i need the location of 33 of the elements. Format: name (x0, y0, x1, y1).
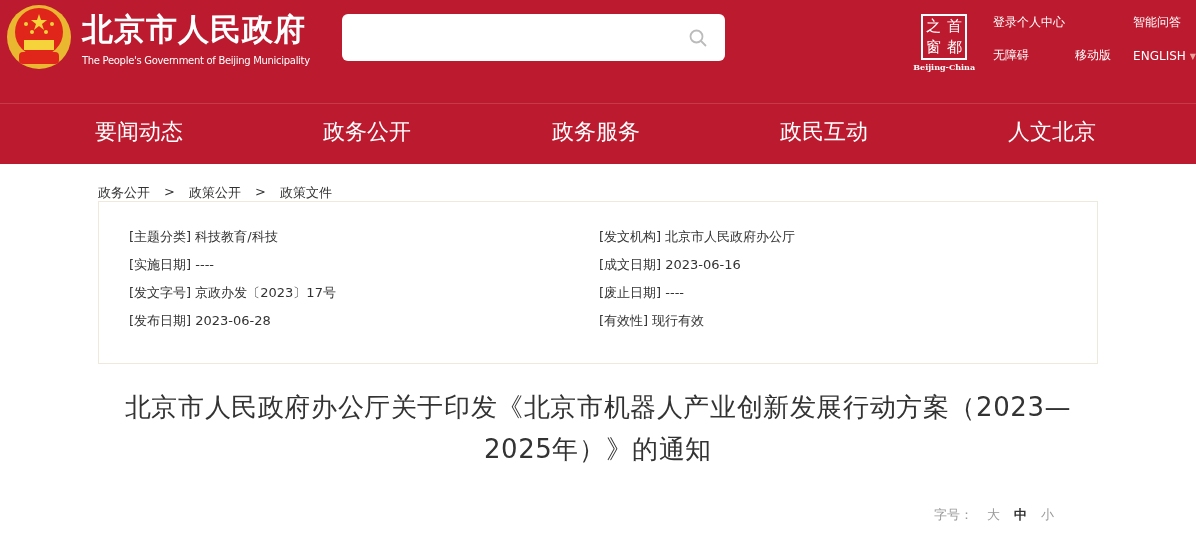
nav-item[interactable]: 要闻动态 (95, 117, 183, 151)
language-link[interactable]: ENGLISH ▼ (1133, 49, 1196, 63)
header-link[interactable]: 登录个人中心 (993, 14, 1066, 31)
site-title: 北京市人民政府 (82, 9, 307, 49)
metadata-item: [成文日期] 2023-06-16 (599, 256, 741, 274)
nav-item[interactable]: 人文北京 (1008, 117, 1096, 151)
breadcrumb-separator: > (254, 184, 266, 201)
search-icon[interactable] (689, 28, 708, 47)
nav-item[interactable]: 政民互动 (779, 117, 868, 151)
metadata-item: [主题分类] 科技教育/科技 (129, 228, 278, 246)
search-field[interactable] (341, 14, 726, 61)
article-title: 北京市人民政府办公厅关于印发《北京市机器人产业创新发展行动方案（2023—2025年）》的通知 (123, 391, 1073, 466)
metadata-item: [发布日期] 2023-06-28 (129, 312, 271, 330)
nav-item[interactable]: 政务服务 (551, 117, 640, 151)
header-link[interactable]: 无障碍 (993, 47, 1066, 64)
header-link[interactable]: 移动版 (1075, 47, 1112, 64)
metadata-item: [发文字号] 京政办发〔2023〕17号 (129, 284, 336, 302)
breadcrumb-link[interactable]: 政策文件 (279, 184, 332, 201)
header-link[interactable]: 智能问答 (1133, 14, 1196, 31)
nav-item[interactable]: 政务公开 (323, 117, 412, 151)
national-emblem-icon (4, 2, 74, 72)
site-subtitle: The People's Government of Beijing Municipality (82, 54, 310, 66)
font-size-option[interactable]: 中 (1014, 506, 1027, 524)
breadcrumb-separator: > (164, 184, 175, 201)
capital-window-logo[interactable]: 之 首 窗 都 (921, 14, 968, 60)
metadata-item: [有效性] 现行有效 (599, 312, 705, 330)
font-size-label: 字号： (934, 506, 973, 524)
breadcrumb-link[interactable]: 政策公开 (188, 184, 241, 201)
logo-caption: Beijing-China (913, 62, 976, 72)
metadata-item: [发文机构] 北京市人民政府办公厅 (599, 228, 796, 246)
metadata-item: [废止日期] ---- (599, 284, 685, 302)
metadata-item: [实施日期] ---- (129, 256, 215, 274)
breadcrumb-link[interactable]: 政务公开 (98, 184, 150, 201)
